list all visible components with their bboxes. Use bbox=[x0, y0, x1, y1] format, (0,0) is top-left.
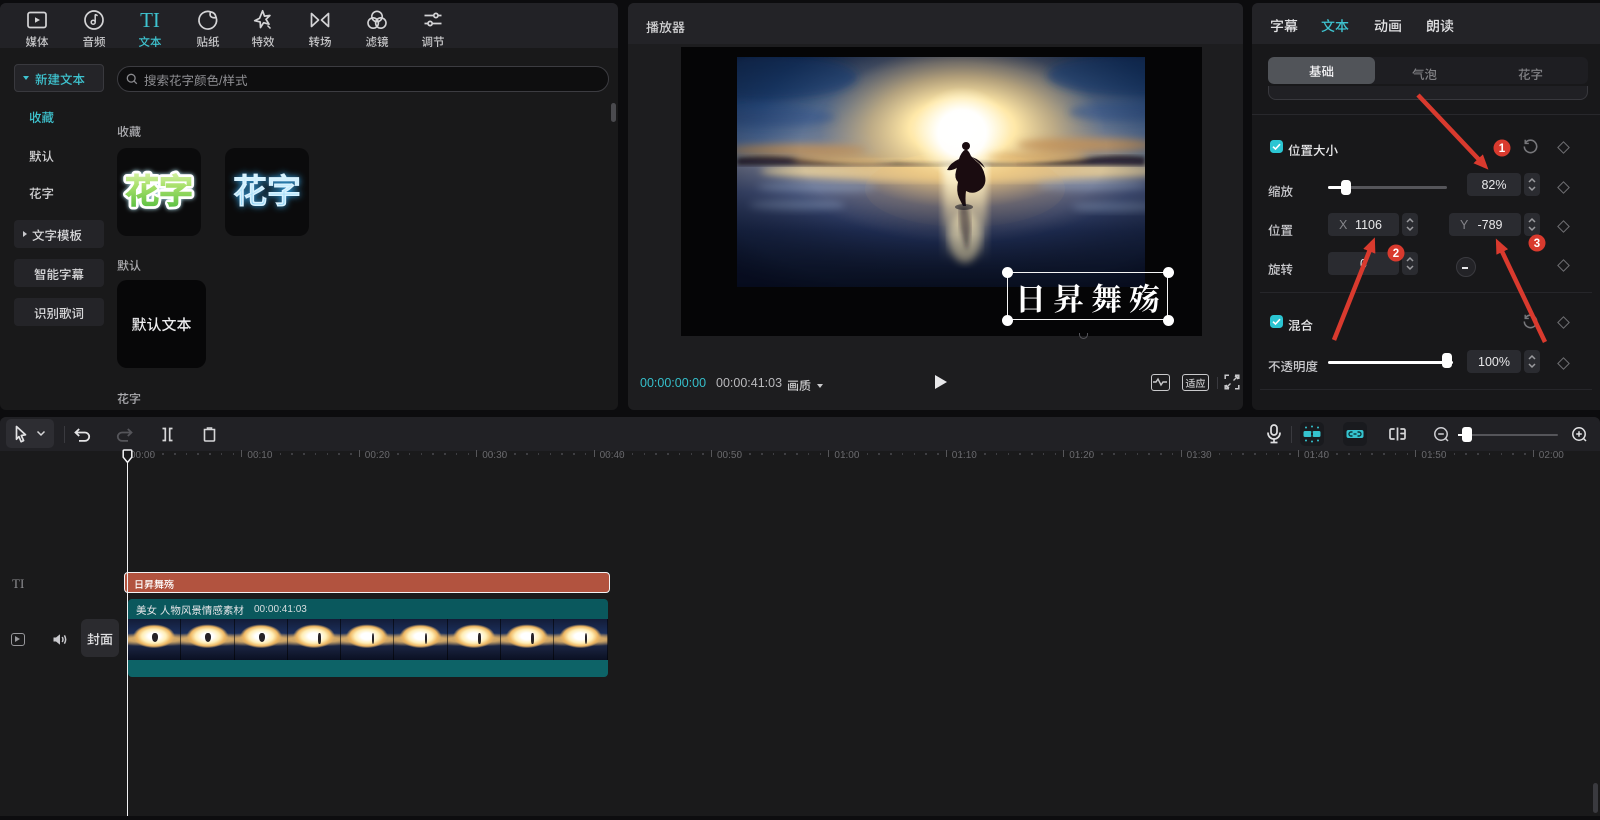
svg-text:花字: 花字 bbox=[125, 164, 193, 213]
svg-text:1: 1 bbox=[1499, 143, 1506, 155]
svg-text:TI: TI bbox=[140, 8, 160, 32]
svg-text:花字: 花字 bbox=[233, 164, 301, 213]
svg-text:2: 2 bbox=[1393, 248, 1399, 260]
svg-text:3: 3 bbox=[1534, 238, 1540, 250]
